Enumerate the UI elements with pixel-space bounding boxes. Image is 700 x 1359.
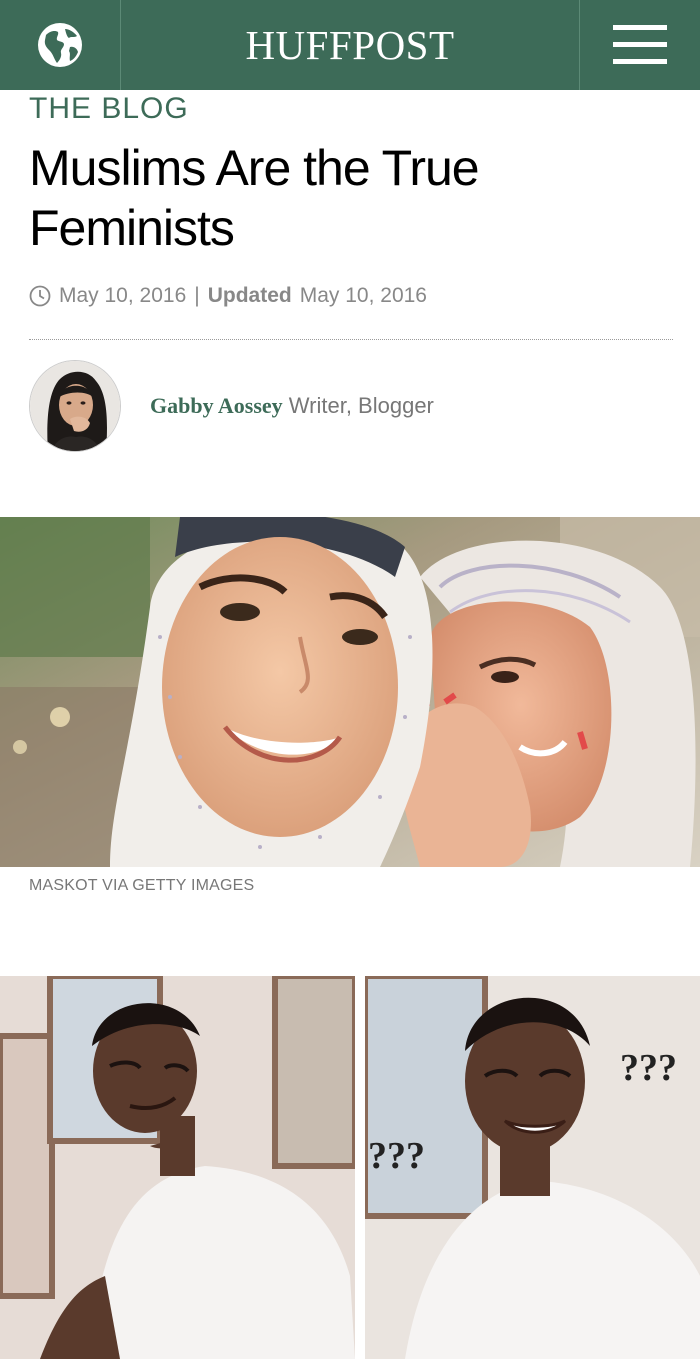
author-byline: Gabby Aossey Writer, Blogger bbox=[150, 393, 434, 419]
article-headline: Muslims Are the True Feminists bbox=[29, 140, 480, 256]
author-role: Writer, Blogger bbox=[288, 393, 434, 418]
article-dateline: May 10, 2016 | Updated May 10, 2016 bbox=[29, 284, 427, 308]
section-kicker[interactable]: THE BLOG bbox=[29, 92, 189, 126]
article-photo bbox=[0, 517, 700, 867]
hamburger-menu-icon bbox=[613, 25, 667, 64]
updated-label: Updated bbox=[207, 284, 292, 307]
photo-caption: MASKOT VIA GETTY IMAGES bbox=[29, 877, 255, 894]
date-separator: | bbox=[194, 284, 200, 307]
meme-image: ??? ??? bbox=[0, 976, 700, 1359]
globe-icon bbox=[38, 23, 82, 67]
meme-question-marks-right: ??? bbox=[620, 1047, 677, 1089]
huffpost-logo[interactable]: HUFFPOST bbox=[121, 0, 579, 90]
author-avatar[interactable] bbox=[29, 360, 121, 452]
edition-globe-button[interactable] bbox=[0, 0, 120, 90]
clock-icon bbox=[29, 285, 51, 307]
meme-question-marks-left: ??? bbox=[368, 1135, 425, 1177]
meme-panel-left bbox=[0, 976, 355, 1359]
updated-date: May 10, 2016 bbox=[299, 284, 427, 307]
hamburger-menu-button[interactable] bbox=[580, 0, 700, 90]
published-date: May 10, 2016 bbox=[59, 284, 187, 307]
author-name[interactable]: Gabby Aossey bbox=[150, 393, 283, 418]
top-navigation-bar: HUFFPOST bbox=[0, 0, 700, 90]
dotted-divider bbox=[29, 339, 673, 340]
